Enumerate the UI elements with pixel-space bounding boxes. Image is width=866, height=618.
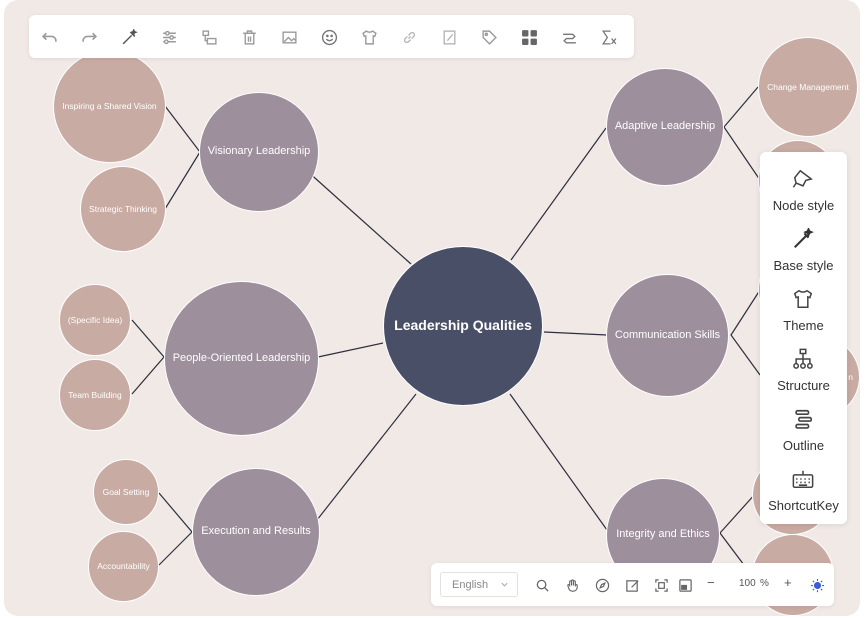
- leaf-node-label: (Specific Idea): [67, 314, 123, 325]
- branch-node-people[interactable]: People-Oriented Leadership: [164, 281, 319, 436]
- leaf-node-label: Strategic Thinking: [89, 203, 157, 214]
- format-painter-icon[interactable]: [117, 25, 141, 49]
- branch-node-label: Execution and Results: [201, 525, 311, 538]
- zoom-value: 100: [739, 578, 756, 589]
- fit-canvas-icon[interactable]: [652, 576, 670, 594]
- language-value: English: [452, 579, 489, 591]
- connector-line: [317, 342, 384, 358]
- connector-line: [719, 492, 757, 566]
- shirt-icon: [793, 289, 813, 309]
- zoom-out-button[interactable]: −: [707, 575, 715, 590]
- panel-item-label: Node style: [772, 198, 835, 213]
- theme-shirt-icon[interactable]: [357, 25, 381, 49]
- panel-item-structure[interactable]: Structure: [760, 344, 847, 400]
- leaf-node-label: Team Building: [68, 389, 122, 400]
- branch-node-communication[interactable]: Communication Skills: [606, 274, 729, 397]
- connector-line: [510, 127, 607, 261]
- hierarchy-icon: [793, 348, 813, 369]
- branch-node-label: People-Oriented Leadership: [172, 351, 311, 364]
- leaf-node-goal-setting[interactable]: Goal Setting: [93, 459, 159, 525]
- minimap-icon[interactable]: [676, 576, 694, 594]
- compass-icon[interactable]: [593, 576, 611, 594]
- panel-item-node-style[interactable]: Node style: [760, 164, 847, 220]
- pin-icon: [792, 169, 813, 188]
- connector-line: [131, 319, 165, 395]
- dark-mode-sun-icon[interactable]: [808, 576, 826, 594]
- leaf-node-label: Inspiring a Shared Vision: [62, 101, 157, 112]
- connector-line: [316, 393, 417, 521]
- leaf-node-label: Accountability: [97, 561, 150, 572]
- emoji-icon[interactable]: [317, 25, 341, 49]
- language-select[interactable]: English: [440, 572, 518, 597]
- style-settings-icon[interactable]: [157, 25, 181, 49]
- branch-node-adaptive[interactable]: Adaptive Leadership: [606, 68, 724, 186]
- leaf-node-accountability[interactable]: Accountability: [88, 531, 159, 602]
- branch-node-label: Communication Skills: [614, 328, 721, 341]
- note-icon[interactable]: [437, 25, 461, 49]
- keyboard-icon: [792, 470, 814, 489]
- connector-line: [509, 393, 608, 531]
- bottom-toolbar: English − 100 % +: [431, 563, 834, 606]
- edit-icon[interactable]: [623, 576, 641, 594]
- panel-item-label: Theme: [783, 318, 824, 333]
- branch-node-visionary[interactable]: Visionary Leadership: [199, 92, 319, 212]
- association-icon[interactable]: [557, 25, 581, 49]
- image-icon[interactable]: [277, 25, 301, 49]
- zoom-unit: %: [760, 578, 769, 589]
- branch-node-label: Visionary Leadership: [207, 145, 311, 158]
- style-side-panel: Node style Base style Theme Structure Ou…: [760, 152, 847, 524]
- zoom-in-button[interactable]: +: [784, 575, 792, 590]
- leaf-node-strategic[interactable]: Strategic Thinking: [80, 166, 166, 252]
- panel-item-label: Structure: [777, 378, 830, 393]
- connector-line: [164, 105, 201, 210]
- connector-line: [158, 492, 193, 566]
- top-toolbar: [29, 15, 634, 58]
- panel-item-label: Outline: [782, 438, 825, 453]
- search-icon[interactable]: [533, 576, 551, 594]
- leaf-node-label: Goal Setting: [102, 486, 150, 497]
- tag-icon[interactable]: [477, 25, 501, 49]
- panel-item-label: Base style: [773, 258, 834, 273]
- panel-item-base-style[interactable]: Base style: [760, 224, 847, 280]
- leaf-node-shared-vision[interactable]: Inspiring a Shared Vision: [53, 50, 166, 163]
- panel-item-shortcut-key[interactable]: ShortcutKey: [760, 464, 847, 520]
- leaf-node-specific-idea[interactable]: (Specific Idea): [59, 284, 131, 356]
- leaf-node-team-building[interactable]: Team Building: [59, 359, 131, 431]
- root-node[interactable]: Leadership Qualities: [383, 246, 543, 406]
- connector-line: [730, 289, 761, 376]
- root-node-label: Leadership Qualities: [394, 317, 532, 334]
- branch-node-execution[interactable]: Execution and Results: [192, 468, 320, 596]
- chevron-down-icon: [501, 582, 508, 587]
- branch-node-label: Integrity and Ethics: [616, 528, 710, 541]
- undo-icon[interactable]: [37, 25, 61, 49]
- link-icon[interactable]: [397, 25, 421, 49]
- delete-icon[interactable]: [237, 25, 261, 49]
- branch-node-label: Adaptive Leadership: [614, 120, 716, 133]
- leaf-node-label: Change Management: [767, 81, 849, 92]
- summary-grid-icon[interactable]: [517, 25, 541, 49]
- connector-line: [723, 86, 761, 181]
- structure-icon[interactable]: [197, 25, 221, 49]
- outline-icon: [795, 409, 813, 429]
- connector-line: [305, 169, 412, 265]
- mindmap-canvas[interactable]: Leadership Qualities Visionary Leadershi…: [4, 0, 860, 616]
- panel-item-label: ShortcutKey: [768, 498, 839, 513]
- panel-item-outline[interactable]: Outline: [760, 404, 847, 460]
- magic-wand-icon: [794, 228, 814, 248]
- panel-item-theme[interactable]: Theme: [760, 284, 847, 340]
- formula-icon[interactable]: [597, 25, 621, 49]
- redo-icon[interactable]: [77, 25, 101, 49]
- connector-line: [543, 331, 608, 336]
- hand-pan-icon[interactable]: [563, 576, 581, 594]
- leaf-node-change-management[interactable]: Change Management: [758, 37, 858, 137]
